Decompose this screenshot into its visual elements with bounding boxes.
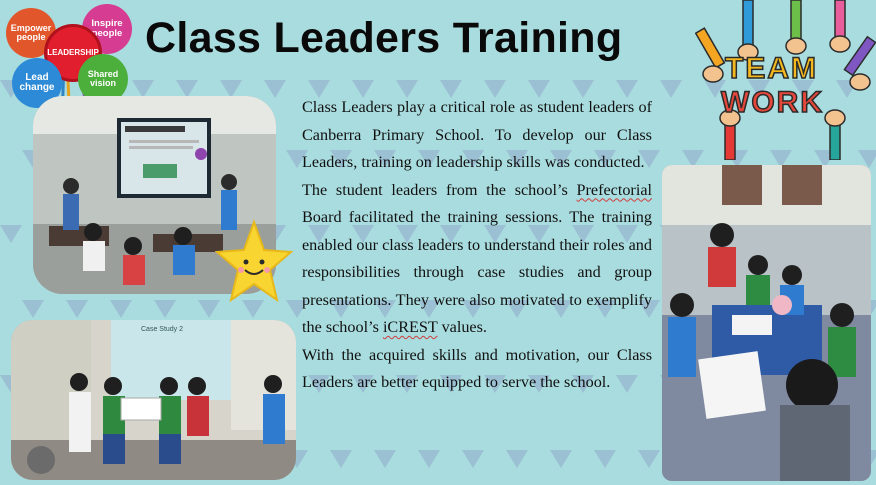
smiley-star-icon	[214, 219, 294, 303]
star-sticker	[214, 218, 294, 306]
bunting-pennant	[638, 450, 660, 468]
bunting-pennant	[374, 450, 396, 468]
paragraph-intro: Class Leaders play a critical role as st…	[302, 98, 652, 171]
teamwork-word-team: TEAM	[724, 51, 818, 86]
badge-lead-change-label: Lead change	[19, 71, 55, 93]
bunting-pennant	[418, 450, 440, 468]
paragraph-conclusion: With the acquired skills and motivation,…	[302, 345, 652, 392]
bunting-pennant	[110, 300, 132, 318]
bunting-pennant	[66, 300, 88, 318]
paragraph-training-part1: The student leaders from the school’s	[302, 180, 577, 199]
bunting-pennant	[22, 300, 44, 318]
bunting-pennant	[660, 80, 682, 98]
badge-shared-vision-label: Shared vision	[87, 68, 119, 88]
page-title: Class Leaders Training	[145, 14, 623, 62]
teamwork-graphic: TEAM WORK	[695, 0, 876, 160]
bunting-pennant	[264, 80, 286, 98]
bunting-pennant	[0, 225, 22, 243]
paragraph-training-part2: Board facilitated the training sessions.…	[302, 208, 652, 336]
classroom-photo-3	[662, 165, 871, 481]
paragraph-training: The student leaders from the school’s Pr…	[302, 177, 652, 342]
teamwork-word-work: WORK	[720, 85, 824, 120]
bunting-pennant	[594, 450, 616, 468]
spellcheck-word-prefectorial: Prefectorial	[576, 180, 653, 199]
classroom-scene-3	[662, 165, 871, 481]
classroom-photo-2: Case Study 2	[11, 320, 296, 480]
bunting-pennant	[154, 300, 176, 318]
slide-heading: Case Study 2	[141, 326, 184, 333]
bunting-pennant	[506, 450, 528, 468]
bunting-pennant	[550, 450, 572, 468]
spellcheck-word-icrest: iCREST	[382, 318, 438, 336]
bunting-pennant	[462, 450, 484, 468]
paragraph-training-part3: values.	[437, 318, 487, 336]
article-text: Class Leaders play a critical role as st…	[302, 94, 652, 397]
bunting-pennant	[330, 450, 352, 468]
classroom-scene-2	[11, 320, 296, 480]
